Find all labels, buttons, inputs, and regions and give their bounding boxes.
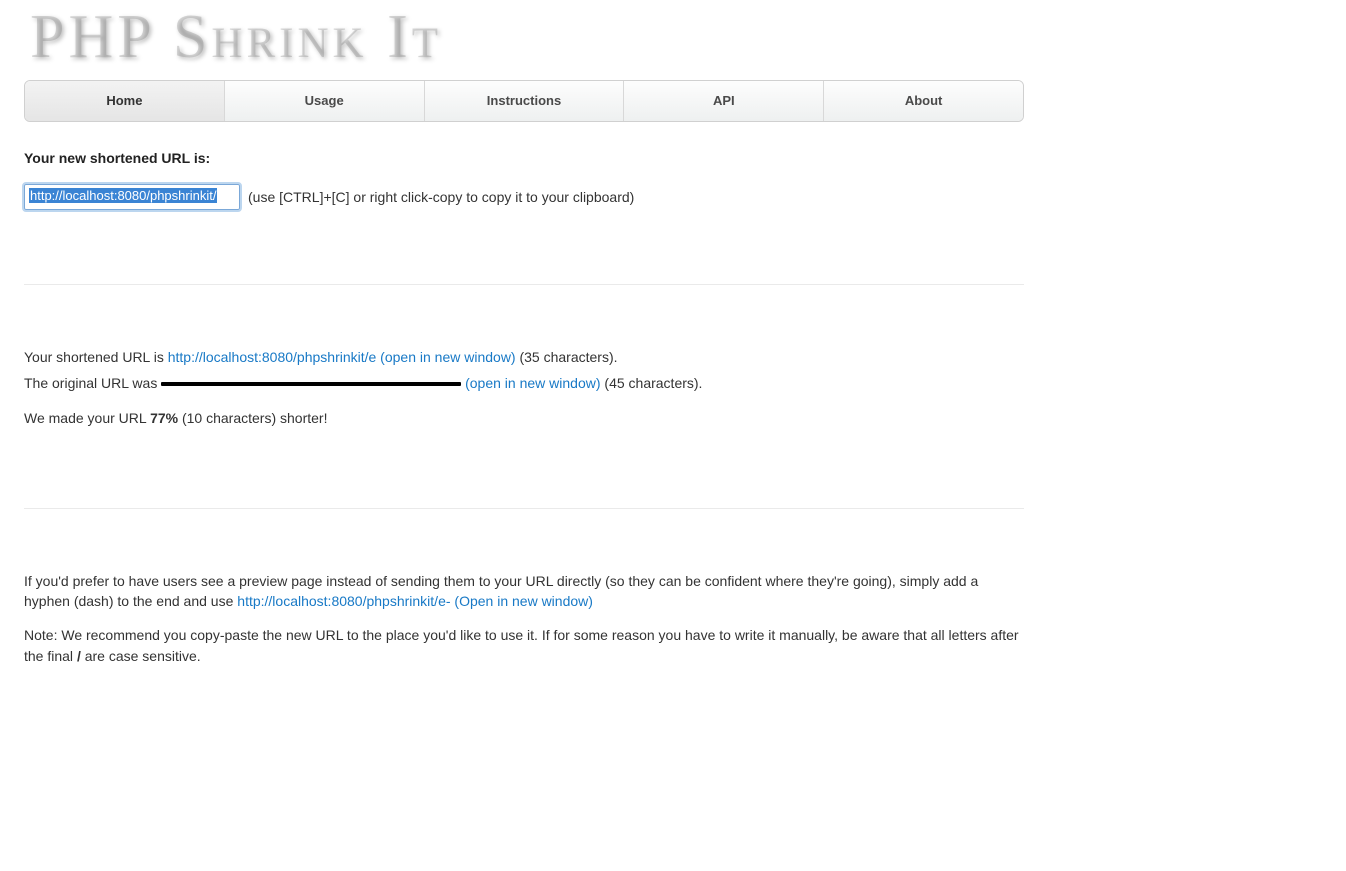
shortened-url-line: Your shortened URL is http://localhost:8… bbox=[24, 347, 1024, 367]
made-intro-text: We made your URL bbox=[24, 410, 150, 426]
original-intro-text: The original URL was bbox=[24, 375, 161, 391]
copy-hint: (use [CTRL]+[C] or right click-copy to c… bbox=[248, 189, 634, 205]
made-percent: 77% bbox=[150, 410, 178, 426]
shortened-chars-text: (35 characters). bbox=[519, 349, 617, 365]
shortened-url-link[interactable]: http://localhost:8080/phpshrinkit/e (ope… bbox=[168, 349, 516, 365]
made-shorter-line: We made your URL 77% (10 characters) sho… bbox=[24, 408, 1024, 428]
preview-paragraph: If you'd prefer to have users see a prev… bbox=[24, 571, 1024, 612]
nav-tab-about[interactable]: About bbox=[824, 81, 1023, 121]
redacted-original-url bbox=[161, 382, 461, 386]
shortened-url-selected-text: http://localhost:8080/phpshrinkit/ bbox=[29, 188, 217, 203]
made-rest-text: (10 characters) shorter! bbox=[182, 410, 328, 426]
nav-tab-api[interactable]: API bbox=[624, 81, 824, 121]
site-logo: PHP Shrink It bbox=[30, 0, 1024, 74]
shortened-url-field[interactable]: http://localhost:8080/phpshrinkit/ bbox=[24, 184, 240, 210]
note-text-part2: are case sensitive. bbox=[85, 648, 201, 664]
nav-tab-instructions[interactable]: Instructions bbox=[425, 81, 625, 121]
result-heading: Your new shortened URL is: bbox=[24, 150, 1024, 166]
preview-url-link[interactable]: http://localhost:8080/phpshrinkit/e- (Op… bbox=[237, 593, 593, 609]
original-chars-text: (45 characters). bbox=[604, 375, 702, 391]
main-nav: Home Usage Instructions API About bbox=[24, 80, 1024, 122]
divider bbox=[24, 508, 1024, 509]
original-open-link[interactable]: (open in new window) bbox=[465, 375, 600, 391]
note-slash: / bbox=[77, 648, 81, 664]
original-url-line: The original URL was (open in new window… bbox=[24, 373, 1024, 393]
divider bbox=[24, 284, 1024, 285]
shortened-intro-text: Your shortened URL is bbox=[24, 349, 168, 365]
nav-tab-usage[interactable]: Usage bbox=[225, 81, 425, 121]
nav-tab-home[interactable]: Home bbox=[25, 81, 225, 121]
note-paragraph: Note: We recommend you copy-paste the ne… bbox=[24, 625, 1024, 666]
